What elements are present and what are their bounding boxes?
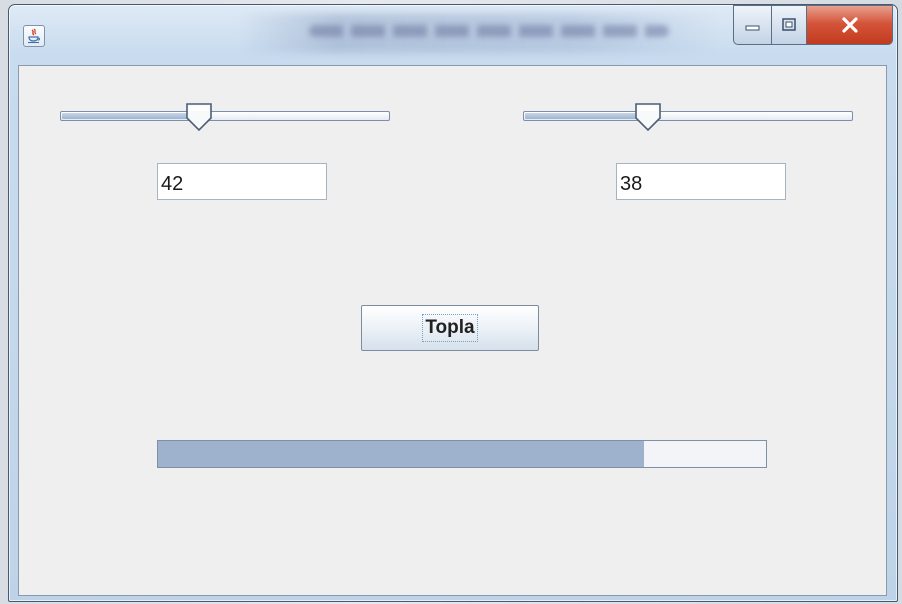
left-value-field[interactable] (157, 163, 327, 200)
right-slider[interactable] (523, 102, 853, 132)
left-slider-fill (62, 113, 199, 119)
left-slider-track[interactable] (60, 111, 390, 121)
maximize-icon (782, 18, 796, 31)
right-slider-fill (525, 113, 648, 119)
app-window: Topla (8, 4, 898, 602)
progress-bar (157, 440, 767, 468)
progress-fill (158, 441, 645, 467)
topla-button-label: Topla (422, 314, 478, 342)
topla-button[interactable]: Topla (361, 305, 539, 351)
right-slider-track[interactable] (523, 111, 853, 121)
right-value-field[interactable] (616, 163, 786, 200)
content-pane: Topla (18, 65, 887, 596)
title-bar[interactable] (9, 5, 897, 63)
minimize-button[interactable] (733, 5, 771, 45)
java-icon[interactable] (23, 25, 45, 47)
maximize-button[interactable] (771, 5, 807, 45)
left-slider-thumb[interactable] (184, 102, 214, 134)
title-text-blurred-glyphs (309, 25, 669, 37)
minimize-icon (745, 25, 759, 31)
left-slider[interactable] (60, 102, 390, 132)
close-icon (841, 17, 858, 33)
right-slider-thumb[interactable] (633, 102, 663, 134)
window-controls (733, 5, 893, 45)
close-button[interactable] (807, 5, 893, 45)
